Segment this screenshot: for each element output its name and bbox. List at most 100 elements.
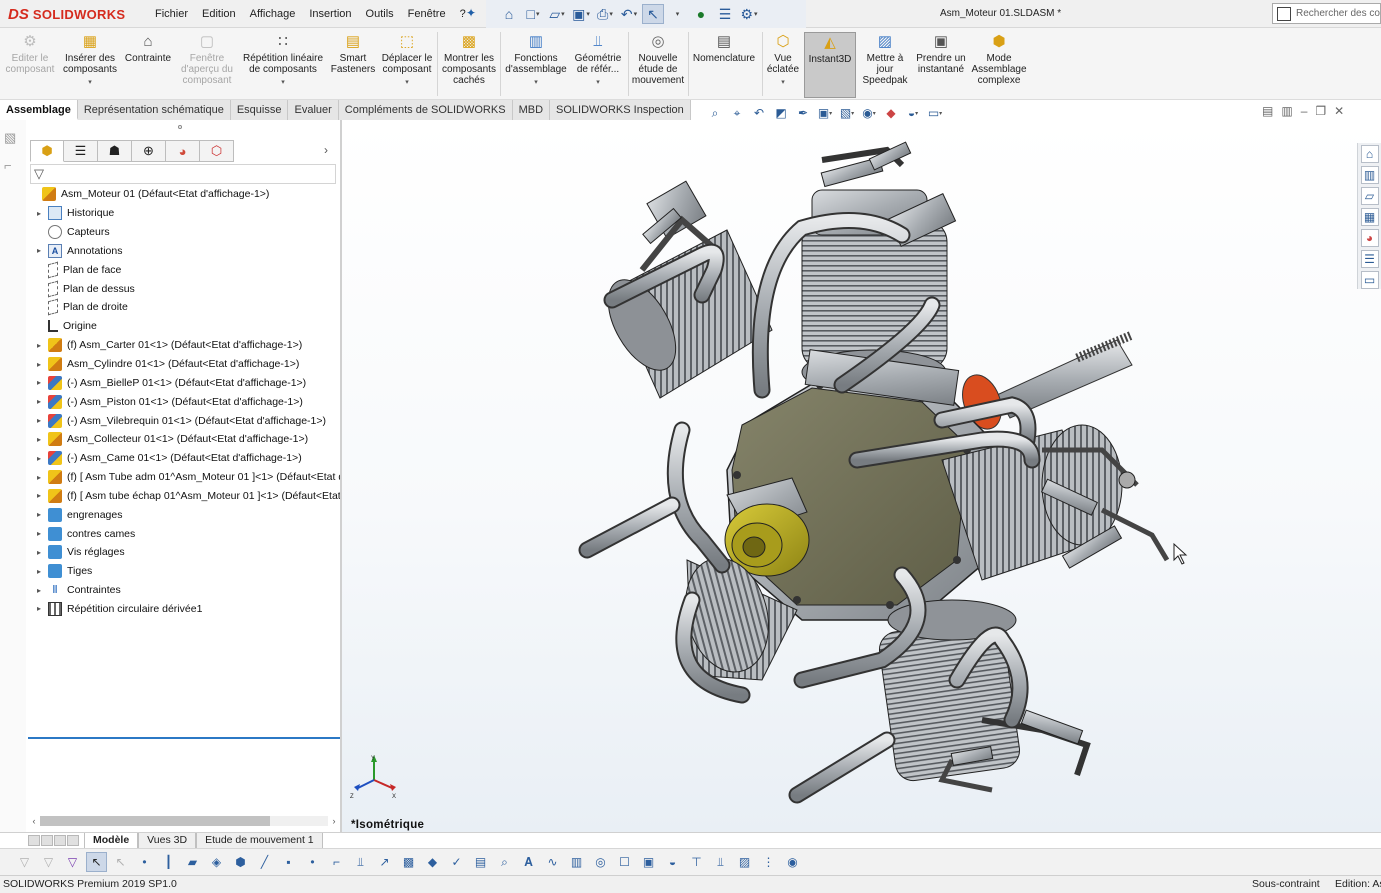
tree-item[interactable]: Capteurs [28,223,340,242]
panel-split-handle[interactable] [178,125,182,129]
expand-arrow-icon[interactable]: ▸ [34,341,44,350]
tree-item[interactable]: Plan de droite [28,298,340,317]
radial-engine-model[interactable] [342,120,1381,832]
file-explorer-icon[interactable]: ▱ [1360,187,1379,205]
custom-properties-icon[interactable]: ☰ [1360,250,1379,268]
options-gear-icon[interactable]: ⚙ ▾ [738,4,760,24]
front-hub[interactable] [724,477,810,577]
tab-configurationmanager[interactable]: ☗ [98,140,132,162]
previous-view-icon[interactable]: ↶ [750,105,768,121]
filter-edges-icon[interactable]: ▽ [38,852,59,872]
collapse-left-icon[interactable]: ▤ [1262,104,1273,118]
tree-item[interactable]: ▸ Tiges [28,562,340,581]
property-manager-icon[interactable]: ▧ [4,130,22,148]
filter-faces-icon[interactable]: ▽ [14,852,35,872]
mate-button[interactable]: ⌂ Contrainte [122,32,174,98]
menu-fichier[interactable]: Fichier [148,8,195,20]
dimension-icon[interactable]: ⌐ [326,852,347,872]
menu-insertion[interactable]: Insertion [302,8,358,20]
tab-modele[interactable]: Modèle [84,833,139,849]
scroll-left-icon[interactable]: ‹ [28,816,40,826]
file-properties-icon[interactable]: ☰ [714,4,736,24]
select-icon[interactable]: ↖ [642,4,664,24]
mass-properties-icon[interactable]: ▩ [398,852,419,872]
expand-arrow-icon[interactable]: ▸ [34,548,44,557]
expand-arrow-icon[interactable]: ▸ [34,510,44,519]
expand-arrow-icon[interactable]: ▸ [34,491,44,500]
forum-icon[interactable]: ▭ [1360,271,1379,289]
restore-icon[interactable]: ❐ [1315,104,1326,118]
expand-arrow-icon[interactable]: ▸ [34,397,44,406]
smart-dimension-icon[interactable]: ⫫ [350,852,371,872]
edit-appearance-icon[interactable]: ◆ [882,105,900,121]
expand-arrow-icon[interactable]: ▸ [34,586,44,595]
select-arrow-icon[interactable]: ↖ [86,852,107,872]
show-hidden-components-button[interactable]: ▩ Montrer les composants cachés [440,32,498,98]
pattern-icon[interactable]: ⋮ [758,852,779,872]
tree-root-item[interactable]: Asm_Moteur 01 (Défaut<Etat d'affichage-1… [28,185,340,204]
save-icon[interactable]: ▣ ▾ [570,4,592,24]
expand-arrow-icon[interactable]: ▸ [34,378,44,387]
tree-item[interactable]: Plan de dessus [28,279,340,298]
tree-item[interactable]: ▸ (f) Asm_Carter 01<1> (Défaut<Etat d'aff… [28,336,340,355]
tab-solidworks-inspection[interactable]: SOLIDWORKS Inspection [550,100,691,120]
update-speedpak-button[interactable]: ▨ Mettre à jour Speedpak [858,32,912,98]
new-document-icon[interactable]: □ ▾ [522,4,544,24]
display-pane-icon[interactable]: ▨ [734,852,755,872]
collapse-right-icon[interactable]: ▥ [1281,104,1292,118]
configuration-icon[interactable]: ⌐ [4,158,22,176]
expand-arrow-icon[interactable]: ▸ [34,416,44,425]
traffic-light-icon[interactable]: ● [690,4,712,24]
chevron-down-icon[interactable]: ▾ [281,77,285,88]
pin-menu-icon[interactable]: ✦ [466,6,476,20]
chevron-down-icon[interactable]: ▾ [88,77,92,88]
tree-filter[interactable]: ▽ [30,164,336,184]
paint-icon[interactable]: ◆ [422,852,443,872]
mirror-icon[interactable]: ⫫ [710,852,731,872]
solid-body-icon[interactable]: ⬢ [230,852,251,872]
solidworks-logo[interactable]: DS SOLIDWORKS [8,2,125,26]
menu-edition[interactable]: Edition [195,8,243,20]
view-orientation-icon[interactable]: ▣ ▾ [816,105,834,121]
apply-scene-icon[interactable]: ◒ ▾ [904,105,922,121]
reference-geometry-button[interactable]: ⫫ Géométrie de référ... ▾ [570,32,626,98]
tree-item[interactable]: ▸ Asm_Collecteur 01<1> (Défaut<Etat d'aff… [28,430,340,449]
section-view-icon[interactable]: ◩ [772,105,790,121]
appearance-icon[interactable]: ◒ [662,852,683,872]
solidworks-resources-icon[interactable]: ⌂ [1360,145,1379,163]
detail-icon[interactable]: ☐ [614,852,635,872]
chevron-down-icon[interactable]: ▾ [534,77,538,88]
scroll-right-icon[interactable]: › [328,816,340,826]
checkmark-icon[interactable]: ✓ [446,852,467,872]
tab-evaluer[interactable]: Evaluer [288,100,339,120]
tree-item[interactable]: ▸ engrenages [28,505,340,524]
zoom-to-fit-icon[interactable]: ⌕ [706,105,724,121]
expand-arrow-icon[interactable]: ▸ [34,567,44,576]
tree-horizontal-scrollbar[interactable]: ‹ › [28,814,340,828]
scroll-thumb[interactable] [40,816,270,826]
edit-component-button[interactable]: ⚙ Editer le composant [4,32,56,98]
dynamic-annotation-icon[interactable]: ✒ [794,105,812,121]
tab-cam[interactable]: ⬡ [200,140,234,162]
tree-item[interactable]: ▸ (-) Asm_Piston 01<1> (Défaut<Etat d'aff… [28,392,340,411]
instant3d-button[interactable]: ◭ Instant3D [804,32,856,98]
take-snapshot-button[interactable]: ▣ Prendre un instantané [914,32,968,98]
tree-item[interactable]: ▸ A Annotations [28,242,340,261]
insert-components-button[interactable]: ▦ Insérer des composants ▾ [60,32,120,98]
expand-arrow-icon[interactable]: ▸ [34,209,44,218]
expand-arrow-icon[interactable]: ▸ [34,454,44,463]
expand-arrow-icon[interactable]: ▸ [34,246,44,255]
expand-arrow-icon[interactable]: ▸ [34,604,44,613]
tab-assemblage[interactable]: Assemblage [0,100,78,120]
plane-tool-icon[interactable]: ▰ [182,852,203,872]
tree-item[interactable]: ▸ (-) Asm_BielleP 01<1> (Défaut<Etat d'af… [28,373,340,392]
point-icon[interactable]: • [134,852,155,872]
print-icon[interactable]: ⎙ ▾ [594,4,616,24]
tree-item[interactable]: ▸ ‖ Contraintes [28,581,340,600]
tree-item[interactable]: Plan de face [28,260,340,279]
large-assembly-mode-button[interactable]: ⬢ Mode Assemblage complexe [970,32,1028,98]
linear-pattern-button[interactable]: ∷ Répétition linéaire de composants ▾ [238,32,328,98]
assembly-features-button[interactable]: ▥ Fonctions d'assemblage ▾ [504,32,568,98]
hide-show-items-icon[interactable]: ◉ ▾ [860,105,878,121]
tab-complements[interactable]: Compléments de SOLIDWORKS [338,100,513,120]
